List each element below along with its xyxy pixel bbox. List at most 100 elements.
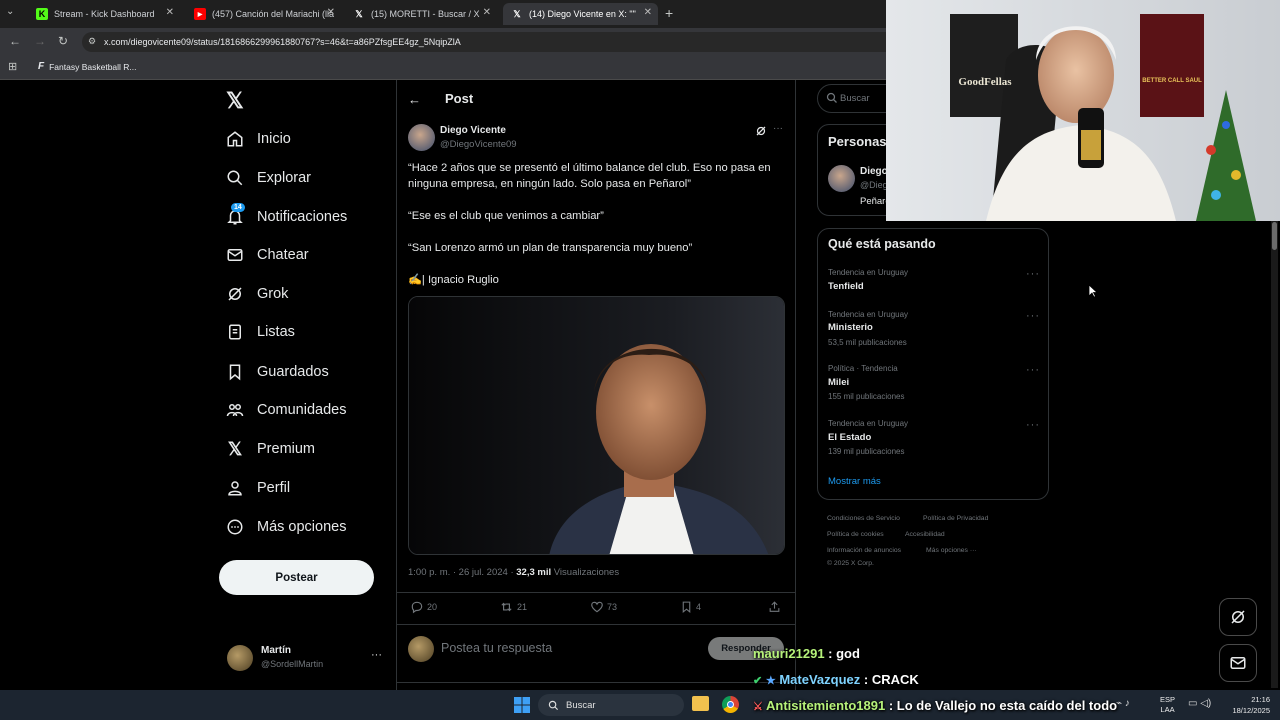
star-badge-icon: ★ — [765, 675, 776, 687]
grok-fab[interactable] — [1219, 598, 1257, 636]
repost-icon — [501, 602, 512, 612]
trend-posts: 53,5 mil publicaciones — [828, 338, 907, 347]
show-more-link[interactable]: Mostrar más — [828, 476, 881, 487]
copyright: © 2025 X Corp. — [827, 560, 874, 567]
close-icon[interactable]: ✕ — [166, 7, 174, 18]
nav-item-guardados[interactable]: Guardados — [226, 360, 329, 384]
share-icon[interactable] — [768, 600, 781, 619]
tray-icons[interactable]: ⌁ ♪ — [1116, 698, 1130, 709]
post-button[interactable]: Postear — [219, 560, 374, 595]
post-timestamp[interactable]: 1:00 p. m. · 26 jul. 2024 · — [408, 567, 516, 578]
clock-date: 18/12/2025 — [1232, 706, 1270, 715]
poster-text: BETTER CALL SAUL — [1142, 78, 1202, 84]
reply-count: 20 — [427, 602, 438, 612]
windows-start-icon[interactable] — [514, 697, 530, 713]
bookmark-count: 4 — [696, 602, 702, 612]
avatar[interactable] — [828, 165, 855, 192]
divider — [396, 682, 796, 683]
nav-item-comunidades[interactable]: Comunidades — [226, 398, 346, 422]
messages-fab[interactable] — [1219, 644, 1257, 682]
nav-label: Notificaciones — [257, 209, 348, 225]
tab-title: (14) Diego Vicente en X: "" — [529, 9, 636, 19]
nav-label: Chatear — [257, 247, 309, 263]
repost-button[interactable]: 21 — [499, 600, 527, 614]
clock-time: 21:16 — [1251, 695, 1270, 704]
close-icon[interactable]: ✕ — [327, 7, 335, 18]
tab-title: (457) Canción del Mariachi (lla — [212, 9, 335, 19]
back-arrow-icon[interactable]: ← — [408, 92, 421, 107]
x-logo-icon: 𝕏 — [513, 8, 521, 19]
page-title: Post — [445, 91, 474, 106]
reply-button[interactable]: 20 — [410, 600, 437, 614]
footer-link[interactable]: Información de anuncios — [827, 547, 901, 554]
more-icon[interactable]: ··· — [1026, 419, 1040, 431]
avatar — [408, 636, 434, 662]
tab-kick[interactable]: K Stream - Kick Dashboard ✕ — [28, 3, 180, 25]
author-avatar[interactable] — [408, 124, 435, 151]
nav-item-chatear[interactable]: Chatear — [226, 243, 309, 267]
like-button[interactable]: 73 — [590, 600, 617, 614]
profile-icon — [226, 479, 244, 497]
footer-link[interactable]: Accesibilidad — [905, 531, 945, 538]
clock[interactable]: 21:16 18/12/2025 — [1222, 694, 1270, 716]
tab-x-search[interactable]: 𝕏 (15) MORETTI - Buscar / X ✕ — [345, 3, 497, 25]
more-circle-icon — [226, 518, 244, 536]
nav-item-inicio[interactable]: Inicio — [226, 127, 291, 151]
lang-layout: LAA — [1160, 705, 1175, 714]
more-icon[interactable]: ··· — [1026, 310, 1040, 322]
chat-message: mauri21291 : god — [753, 646, 860, 661]
file-explorer-icon[interactable] — [692, 696, 709, 711]
nav-item-notificaciones[interactable]: 14 Notificaciones — [226, 203, 348, 229]
author-handle[interactable]: @DiegoVicente09 — [440, 139, 517, 150]
site-info-icon[interactable]: ⚙ — [88, 36, 96, 47]
taskbar-search[interactable]: Buscar — [538, 694, 684, 716]
new-tab-button[interactable]: + — [665, 5, 673, 21]
trend-name: El Estado — [828, 432, 872, 443]
grok-icon[interactable] — [755, 124, 767, 136]
tab-search-icon[interactable]: ⌄ — [6, 6, 14, 17]
footer-link[interactable]: Política de cookies — [827, 531, 884, 538]
chat-message: ⚔ Antisitemiento1891 : Lo de Vallejo no … — [753, 698, 1117, 713]
footer-link[interactable]: Condiciones de Servicio — [827, 515, 900, 522]
nav-label: Explorar — [257, 170, 311, 186]
divider — [396, 624, 796, 625]
bookmark-button[interactable]: 4 — [680, 600, 701, 614]
forward-icon[interactable]: → — [34, 34, 46, 48]
nav-item-grok[interactable]: Grok — [226, 282, 288, 306]
x-logo-icon[interactable]: 𝕏 — [226, 88, 244, 114]
reload-icon[interactable]: ↻ — [58, 34, 68, 48]
nav-item-explorar[interactable]: Explorar — [226, 166, 311, 190]
more-icon[interactable]: ··· — [773, 123, 783, 134]
tab-x-post[interactable]: 𝕏 (14) Diego Vicente en X: "" ✕ — [503, 3, 658, 25]
footer-link[interactable]: Política de Privacidad — [923, 515, 988, 522]
views-label: Visualizaciones — [551, 567, 620, 578]
nav-item-perfil[interactable]: Perfil — [226, 476, 290, 500]
tab-title: Stream - Kick Dashboard — [54, 9, 155, 19]
close-icon[interactable]: ✕ — [483, 7, 491, 18]
bookmark-fantasy[interactable]: F Fantasy Basketball R... — [38, 61, 137, 72]
close-icon[interactable]: ✕ — [644, 7, 652, 18]
reply-input[interactable]: Postea tu respuesta — [441, 641, 552, 655]
tab-youtube[interactable]: ▶ (457) Canción del Mariachi (lla ✕ — [186, 3, 341, 25]
chrome-icon[interactable] — [722, 696, 739, 713]
post-meta: 1:00 p. m. · 26 jul. 2024 · 32,3 mil Vis… — [408, 567, 619, 578]
more-icon[interactable]: ··· — [371, 649, 382, 661]
apps-icon[interactable]: ⊞ — [8, 60, 17, 73]
webcam-overlay: GoodFellas BETTER CALL SAUL — [886, 0, 1280, 221]
trend-meta: Tendencia en Uruguay — [828, 310, 909, 319]
footer-link[interactable]: Más opciones ··· — [926, 547, 977, 554]
nav-item-mas-opciones[interactable]: Más opciones — [226, 515, 346, 539]
post-image[interactable] — [408, 296, 785, 555]
nav-item-listas[interactable]: Listas — [226, 320, 295, 344]
trend-name: Milei — [828, 377, 850, 388]
network-volume-icons[interactable]: ▭ ◁) — [1188, 698, 1211, 709]
back-icon[interactable]: ← — [9, 34, 21, 48]
more-icon[interactable]: ··· — [1026, 364, 1040, 376]
nav-item-premium[interactable]: 𝕏 Premium — [226, 437, 315, 461]
bookmark-label: Fantasy Basketball R... — [49, 61, 137, 72]
language-indicator[interactable]: ESP LAA — [1160, 695, 1175, 715]
more-icon[interactable]: ··· — [1026, 268, 1040, 280]
scrollbar-thumb[interactable] — [1272, 222, 1277, 250]
account-switcher[interactable]: Martín @SordellMartin ··· — [225, 643, 385, 675]
author-name[interactable]: Diego Vicente — [440, 125, 506, 136]
